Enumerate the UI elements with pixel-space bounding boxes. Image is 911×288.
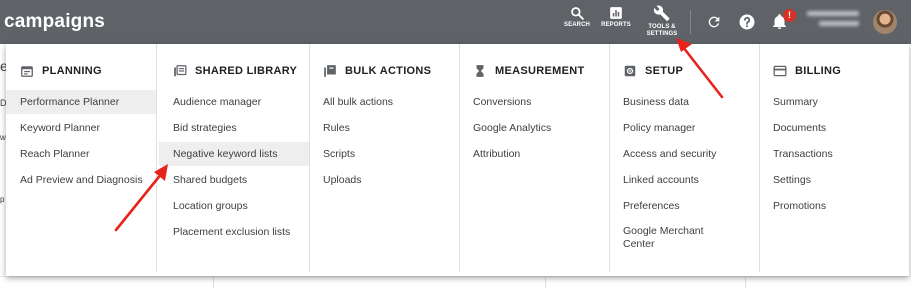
menu-item-promotions[interactable]: Promotions: [759, 194, 909, 218]
menu-item-performance-planner[interactable]: Performance Planner: [6, 90, 156, 114]
menu-item-google-merchant-center[interactable]: Google Merchant Center: [609, 220, 723, 256]
menu-item-access-security[interactable]: Access and security: [609, 142, 759, 166]
menu-item-uploads[interactable]: Uploads: [309, 168, 459, 192]
menu-heading-measurement: MEASUREMENT: [473, 64, 584, 78]
menu-heading-billing: BILLING: [773, 64, 841, 78]
menu-item-negative-keyword-lists[interactable]: Negative keyword lists: [159, 142, 309, 166]
refresh-button[interactable]: [706, 14, 722, 35]
menu-item-linked-accounts[interactable]: Linked accounts: [609, 168, 759, 192]
menu-item-audience-manager[interactable]: Audience manager: [159, 90, 309, 114]
avatar[interactable]: [873, 10, 897, 34]
tools-settings-button[interactable]: TOOLS & SETTINGS: [644, 5, 680, 38]
copy-icon: [324, 65, 336, 77]
underlying-page-bottom: [0, 276, 911, 288]
library-icon: [174, 65, 187, 77]
reports-button[interactable]: REPORTS: [600, 6, 632, 29]
menu-column-measurement: MEASUREMENT Conversions Google Analytics…: [459, 44, 610, 272]
menu-item-business-data[interactable]: Business data: [609, 90, 759, 114]
card-icon: [773, 65, 787, 77]
menu-item-scripts[interactable]: Scripts: [309, 142, 459, 166]
menu-item-keyword-planner[interactable]: Keyword Planner: [6, 116, 156, 140]
underlying-text: p: [0, 195, 5, 204]
menu-heading-setup: SETUP: [623, 64, 683, 78]
help-icon: [739, 14, 755, 30]
menu-item-policy-manager[interactable]: Policy manager: [609, 116, 759, 140]
tools-settings-menu: PLANNING Performance Planner Keyword Pla…: [6, 44, 909, 276]
wrench-icon: [653, 5, 669, 22]
account-info-blurred[interactable]: [807, 11, 863, 33]
menu-item-documents[interactable]: Documents: [759, 116, 909, 140]
top-bar: campaigns SEARCH REPORTS TOOLS & SETTING…: [0, 0, 911, 44]
menu-item-conversions[interactable]: Conversions: [459, 90, 609, 114]
menu-heading-bulk-actions: BULK ACTIONS: [323, 64, 431, 78]
reports-label: REPORTS: [601, 22, 631, 28]
search-button[interactable]: SEARCH: [563, 6, 591, 29]
menu-item-transactions[interactable]: Transactions: [759, 142, 909, 166]
menu-column-setup: SETUP Business data Policy manager Acces…: [609, 44, 760, 272]
menu-heading-shared-library: SHARED LIBRARY: [173, 64, 297, 78]
menu-item-all-bulk-actions[interactable]: All bulk actions: [309, 90, 459, 114]
menu-item-summary[interactable]: Summary: [759, 90, 909, 114]
menu-item-rules[interactable]: Rules: [309, 116, 459, 140]
menu-heading-planning: PLANNING: [20, 64, 102, 78]
menu-item-reach-planner[interactable]: Reach Planner: [6, 142, 156, 166]
menu-item-preferences[interactable]: Preferences: [609, 194, 759, 218]
menu-column-planning: PLANNING Performance Planner Keyword Pla…: [6, 44, 157, 272]
search-label: SEARCH: [564, 22, 590, 28]
refresh-icon: [708, 16, 720, 28]
menu-item-bid-strategies[interactable]: Bid strategies: [159, 116, 309, 140]
hourglass-icon: [476, 65, 484, 77]
calendar-icon: [21, 66, 33, 77]
menu-item-settings[interactable]: Settings: [759, 168, 909, 192]
reports-icon: [610, 7, 622, 19]
menu-item-location-groups[interactable]: Location groups: [159, 194, 309, 218]
underlying-text: w: [0, 133, 6, 142]
search-icon: [571, 7, 584, 20]
notification-badge: !: [783, 9, 796, 22]
tools-settings-label: TOOLS & SETTINGS: [646, 24, 678, 37]
menu-item-shared-budgets[interactable]: Shared budgets: [159, 168, 309, 192]
help-button[interactable]: [738, 13, 756, 36]
menu-column-shared-library: SHARED LIBRARY Audience manager Bid stra…: [159, 44, 310, 272]
menu-item-ad-preview[interactable]: Ad Preview and Diagnosis: [6, 168, 156, 192]
page-title: campaigns: [4, 11, 106, 32]
toolbar-divider: [690, 10, 691, 34]
menu-column-billing: BILLING Summary Documents Transactions S…: [759, 44, 909, 272]
menu-item-placement-exclusion-lists[interactable]: Placement exclusion lists: [159, 220, 309, 244]
menu-column-bulk-actions: BULK ACTIONS All bulk actions Rules Scri…: [309, 44, 460, 272]
menu-item-attribution[interactable]: Attribution: [459, 142, 609, 166]
menu-item-google-analytics[interactable]: Google Analytics: [459, 116, 609, 140]
setup-icon: [624, 65, 636, 77]
